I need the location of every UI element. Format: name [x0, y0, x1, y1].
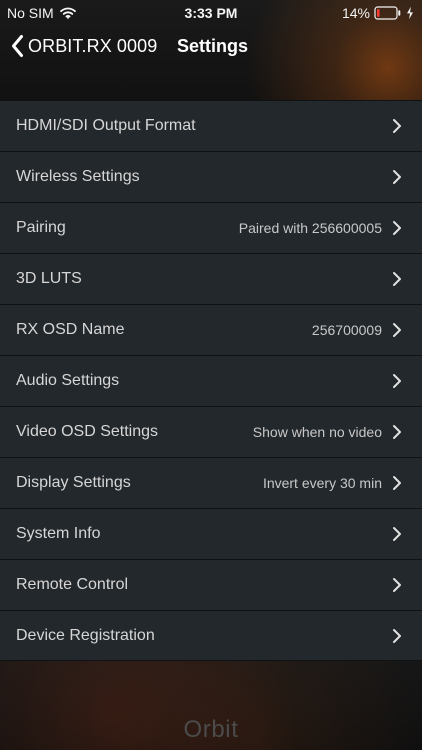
settings-row-display-settings[interactable]: Display Settings Invert every 30 min: [0, 458, 422, 509]
chevron-right-icon: [392, 322, 402, 338]
settings-row-label: HDMI/SDI Output Format: [16, 117, 196, 134]
chevron-left-icon: [10, 34, 24, 58]
battery-level-fill: [377, 9, 380, 17]
settings-row-label: Pairing: [16, 219, 66, 236]
navigation-bar: ORBIT.RX 0009 Settings: [0, 26, 422, 66]
chevron-right-icon: [392, 577, 402, 593]
chevron-right-icon: [392, 424, 402, 440]
app-screen: No SIM 3:33 PM 14% ORBIT.RX 0009 Setting…: [0, 0, 422, 750]
chevron-right-icon: [392, 526, 402, 542]
settings-row-video-osd-settings[interactable]: Video OSD Settings Show when no video: [0, 407, 422, 458]
settings-row-label: 3D LUTS: [16, 270, 82, 287]
chevron-right-icon: [392, 118, 402, 134]
settings-row-system-info[interactable]: System Info: [0, 509, 422, 560]
settings-row-3d-luts[interactable]: 3D LUTS: [0, 254, 422, 305]
chevron-right-icon: [392, 628, 402, 644]
settings-row-wireless-settings[interactable]: Wireless Settings: [0, 152, 422, 203]
page-title: Settings: [177, 36, 249, 56]
battery-icon: [374, 6, 402, 20]
settings-row-label: Video OSD Settings: [16, 423, 159, 440]
settings-row-detail: Paired with 256600005: [238, 220, 382, 236]
back-label: ORBIT.RX 0009: [28, 36, 158, 56]
back-button[interactable]: ORBIT.RX 0009: [10, 29, 157, 63]
settings-row-detail: Invert every 30 min: [262, 475, 382, 491]
settings-row-device-registration[interactable]: Device Registration: [0, 611, 422, 662]
chevron-right-icon: [392, 220, 402, 236]
settings-row-remote-control[interactable]: Remote Control: [0, 560, 422, 611]
settings-row-label: Display Settings: [16, 474, 131, 491]
settings-row-label: Audio Settings: [16, 372, 120, 389]
settings-row-label: Remote Control: [16, 576, 129, 593]
status-bar: No SIM 3:33 PM 14%: [0, 0, 422, 26]
battery-percentage: 14%: [341, 5, 370, 21]
settings-row-label: System Info: [16, 525, 101, 542]
settings-row-rx-osd-name[interactable]: RX OSD Name 256700009: [0, 305, 422, 356]
settings-row-label: Device Registration: [16, 627, 155, 644]
chevron-right-icon: [392, 169, 402, 185]
status-right: 14%: [342, 0, 414, 26]
settings-row-label: Wireless Settings: [16, 168, 140, 185]
settings-row-detail: 256700009: [311, 322, 382, 338]
charging-bolt-icon: [406, 6, 414, 20]
settings-row-label: RX OSD Name: [16, 321, 125, 338]
settings-row-hdmi-sdi-output-format[interactable]: HDMI/SDI Output Format: [0, 101, 422, 152]
chevron-right-icon: [392, 271, 402, 287]
settings-list: HDMI/SDI Output Format Wireless Settings…: [0, 100, 422, 661]
settings-row-audio-settings[interactable]: Audio Settings: [0, 356, 422, 407]
chevron-right-icon: [392, 475, 402, 491]
brand-watermark: Orbit: [183, 716, 239, 743]
settings-row-detail: Show when no video: [252, 424, 382, 440]
settings-row-pairing[interactable]: Pairing Paired with 256600005: [0, 203, 422, 254]
chevron-right-icon: [392, 373, 402, 389]
